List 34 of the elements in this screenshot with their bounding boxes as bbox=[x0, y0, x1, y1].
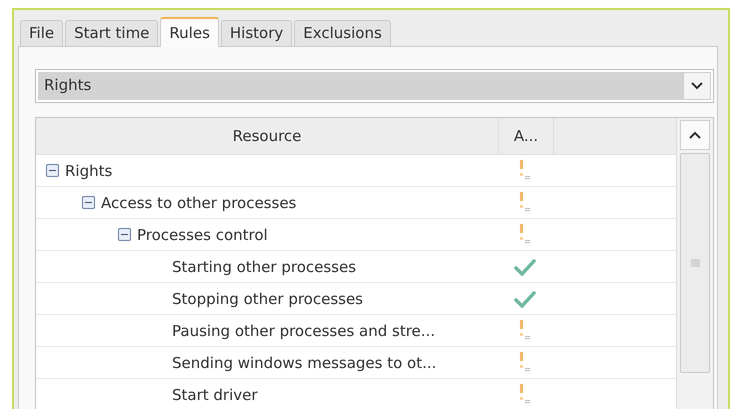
column-header[interactable]: A... bbox=[514, 127, 538, 145]
resource-label: Rights bbox=[65, 162, 112, 180]
grip-icon bbox=[690, 259, 700, 267]
resource-label: Sending windows messages to ot... bbox=[172, 354, 436, 372]
tab[interactable]: Exclusions bbox=[294, 20, 391, 46]
scroll-thumb[interactable] bbox=[680, 153, 710, 373]
resource-label: Stopping other processes bbox=[172, 290, 364, 308]
tab[interactable]: History bbox=[220, 20, 292, 46]
chevron-up-icon bbox=[689, 131, 701, 139]
resource-label: Processes control bbox=[137, 226, 268, 244]
chevron-down-icon bbox=[691, 82, 703, 90]
ask-icon bbox=[519, 160, 531, 182]
tab[interactable]: Start time bbox=[65, 20, 158, 46]
ask-icon bbox=[519, 192, 531, 214]
tab[interactable]: Rules bbox=[160, 17, 219, 47]
resource-label: Pausing other processes and stre... bbox=[172, 322, 436, 340]
collapse-toggle[interactable] bbox=[46, 164, 59, 177]
tab[interactable]: File bbox=[20, 20, 64, 46]
ask-icon bbox=[519, 384, 531, 406]
ask-icon bbox=[519, 224, 531, 246]
category-dropdown[interactable]: Rights bbox=[35, 69, 714, 103]
check-icon bbox=[514, 258, 536, 276]
scroll-up-button[interactable] bbox=[680, 120, 710, 150]
collapse-toggle[interactable] bbox=[82, 196, 95, 209]
resource-label: Access to other processes bbox=[101, 194, 296, 212]
check-icon bbox=[514, 290, 536, 308]
resource-label: Starting other processes bbox=[172, 258, 356, 276]
dropdown-value: Rights bbox=[38, 72, 683, 100]
resource-label: Start driver bbox=[172, 386, 258, 404]
ask-icon bbox=[519, 352, 531, 374]
collapse-toggle[interactable] bbox=[118, 228, 131, 241]
scrollbar[interactable] bbox=[676, 118, 713, 409]
column-header[interactable]: Resource bbox=[232, 127, 302, 145]
ask-icon bbox=[519, 320, 531, 342]
